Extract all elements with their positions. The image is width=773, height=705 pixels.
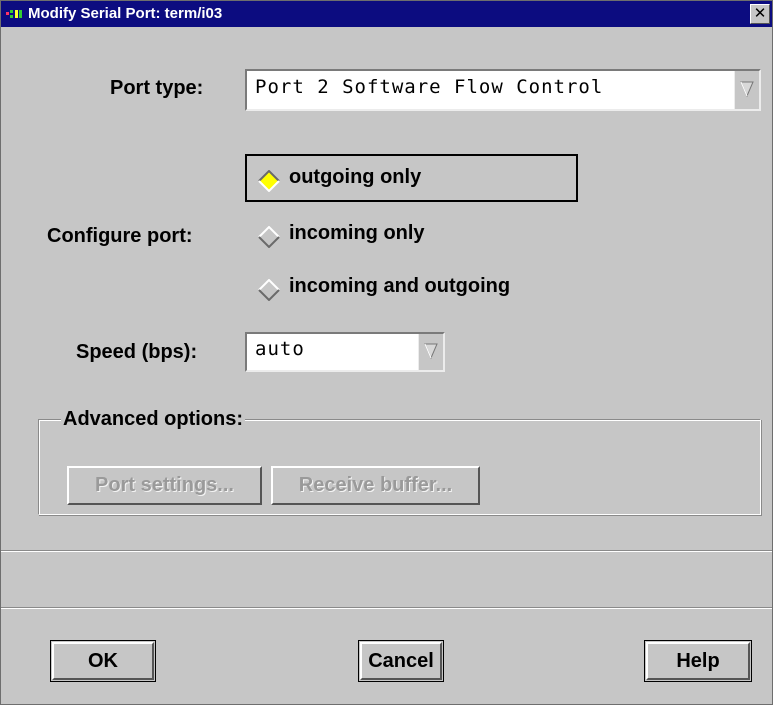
port-type-select[interactable]: Port 2 Software Flow Control	[245, 69, 761, 111]
ok-button[interactable]: OK	[52, 642, 154, 680]
speed-select[interactable]: auto	[245, 332, 445, 372]
configure-port-label: Configure port:	[47, 225, 193, 247]
close-icon: ✕	[753, 4, 767, 22]
speed-dropdown-button[interactable]	[418, 334, 443, 370]
separator-bottom	[1, 607, 772, 609]
receive-buffer-button[interactable]: Receive buffer...	[271, 466, 480, 505]
modify-serial-port-dialog: Modify Serial Port: term/i03 ✕ Port type…	[0, 0, 773, 705]
radio-incoming-and-outgoing[interactable]: incoming and outgoing	[249, 269, 589, 305]
speed-label: Speed (bps):	[76, 341, 198, 363]
radio-diamond-icon	[258, 279, 280, 301]
radio-outgoing-only-label: outgoing only	[289, 166, 422, 188]
dropdown-arrow-icon	[424, 343, 438, 360]
close-button[interactable]: ✕	[750, 4, 770, 24]
radio-diamond-icon	[258, 226, 280, 248]
radio-outgoing-only[interactable]: outgoing only	[249, 160, 569, 196]
port-settings-button[interactable]: Port settings...	[67, 466, 262, 505]
radio-incoming-only-label: incoming only	[289, 222, 425, 244]
cancel-button[interactable]: Cancel	[360, 642, 442, 680]
radio-diamond-icon	[258, 170, 280, 192]
dropdown-arrow-icon	[740, 81, 754, 98]
advanced-options-title: Advanced options:	[61, 408, 246, 431]
speed-value: auto	[255, 338, 305, 360]
port-type-dropdown-button[interactable]	[734, 71, 759, 109]
radio-incoming-and-outgoing-label: incoming and outgoing	[289, 275, 511, 297]
radio-incoming-only[interactable]: incoming only	[249, 216, 569, 252]
window-title: Modify Serial Port: term/i03	[28, 5, 223, 22]
port-type-value: Port 2 Software Flow Control	[255, 76, 604, 98]
title-bar[interactable]: Modify Serial Port: term/i03 ✕	[1, 1, 772, 27]
help-button[interactable]: Help	[646, 642, 750, 680]
port-type-label: Port type:	[110, 77, 204, 99]
separator-top	[1, 550, 772, 552]
app-icon	[6, 10, 22, 18]
